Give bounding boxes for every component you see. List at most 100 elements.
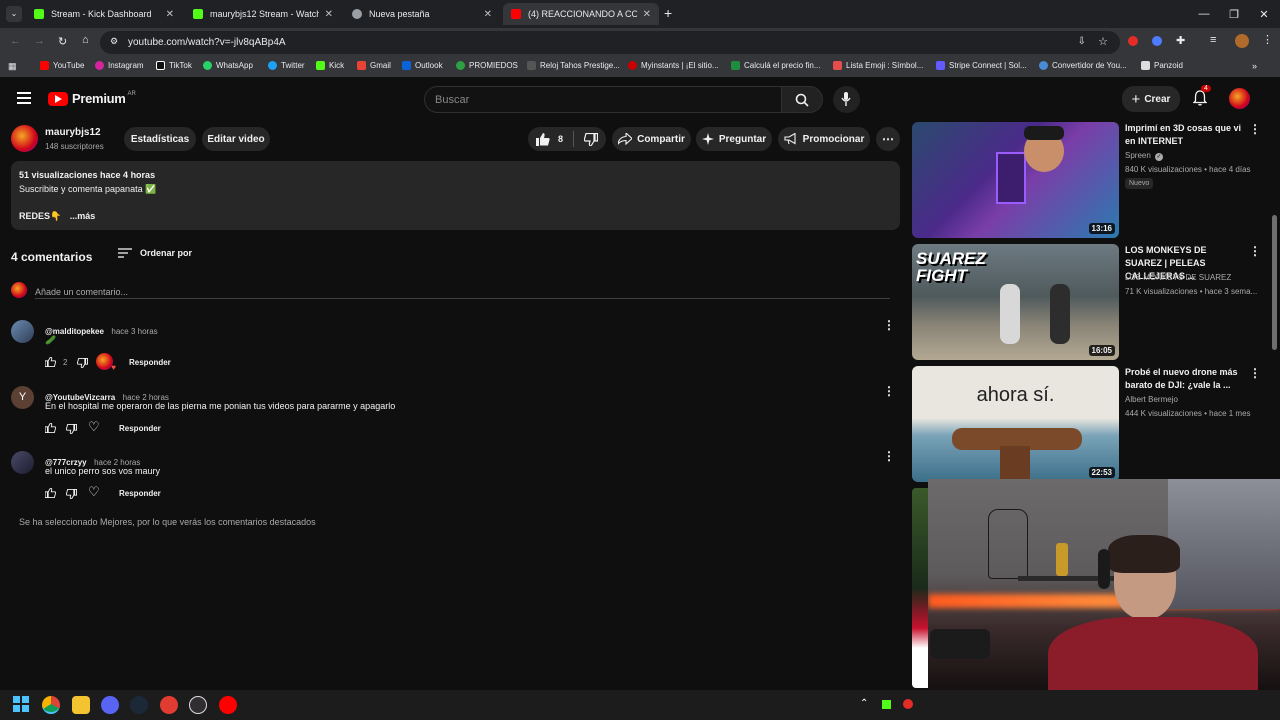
search-input[interactable]: Buscar [424,86,782,113]
comment-menu-icon[interactable]: ⋮ [883,449,895,463]
apps-grid-icon[interactable]: ▦ [8,61,17,72]
url-field[interactable]: ⚙ youtube.com/watch?v=-jlv8qABp4A ⇩ ☆ [100,31,1120,54]
channel-avatar[interactable] [11,125,38,152]
account-avatar[interactable] [1229,88,1250,109]
like-button[interactable]: 8 [528,132,563,146]
reload-icon[interactable]: ↻ [58,35,67,48]
comment-dislike-button[interactable] [66,424,77,434]
close-window-button[interactable]: ✕ [1248,0,1280,28]
close-icon[interactable]: ✕ [166,9,174,20]
puzzle-icon[interactable]: ✚ [1176,34,1185,47]
bookmark-stripe[interactable]: Stripe Connect | Sol... [936,61,1027,70]
dislike-button[interactable] [584,132,599,146]
video-menu-icon[interactable]: ⋮ [1249,244,1261,258]
comment-like-button[interactable] [45,423,56,433]
tray-record-icon[interactable] [903,699,913,709]
tab-search-icon[interactable]: ⌄ [6,6,22,22]
app-icon[interactable] [160,696,178,714]
reply-button[interactable]: Responder [119,424,161,433]
share-button[interactable]: Compartir [612,127,691,151]
bookmark-kick[interactable]: Kick [316,61,344,70]
comment-like-button[interactable]: 2 [45,357,67,367]
hamburger-menu-icon[interactable] [17,92,31,104]
bookmark-myinstants[interactable]: Myinstants | ¡El sitio... [628,61,719,70]
site-info-icon[interactable]: ⚙ [110,36,118,47]
chrome-icon[interactable] [42,696,60,714]
create-button[interactable]: + Crear [1122,86,1180,112]
youtube-logo[interactable]: Premium AR [48,91,136,106]
comment-menu-icon[interactable]: ⋮ [883,384,895,398]
stats-button[interactable]: Estadísticas [124,127,196,151]
notifications-button[interactable]: 4 [1193,85,1211,106]
bookmark-star-icon[interactable]: ☆ [1098,35,1108,48]
extension-icon[interactable] [1152,36,1162,46]
install-icon[interactable]: ⇩ [1078,36,1086,47]
heart-button[interactable]: ♡ [88,419,100,435]
commenter-avatar[interactable] [11,320,34,343]
bookmark-panzoid[interactable]: Panzoid [1141,61,1183,70]
bookmark-promiedos[interactable]: PROMIEDOS [456,61,518,70]
bookmark-emoji[interactable]: Lista Emoji : Símbol... [833,61,923,70]
commenter-avatar[interactable]: Y [11,386,34,409]
recommended-video[interactable]: 13:16 Imprimí en 3D cosas que vi en INTE… [912,122,1272,240]
file-explorer-icon[interactable] [72,696,90,714]
video-thumbnail[interactable]: ahora sí. 22:53 [912,366,1119,482]
video-thumbnail[interactable]: 13:16 [912,122,1119,238]
heart-button[interactable]: ♡ [88,484,100,500]
bookmark-calcula[interactable]: Calculá el precio fin... [731,61,820,70]
bookmark-twitter[interactable]: Twitter [268,61,305,70]
bookmark-gmail[interactable]: Gmail [357,61,391,70]
page-scrollbar[interactable] [1272,215,1277,350]
bookmark-instagram[interactable]: Instagram [95,61,144,70]
tab-new-tab[interactable]: Nueva pestaña ✕ [344,3,500,25]
close-icon[interactable]: ✕ [484,9,492,20]
reply-button[interactable]: Responder [129,358,171,367]
comment-menu-icon[interactable]: ⋮ [883,318,895,332]
close-icon[interactable]: ✕ [325,9,333,20]
menu-list-icon[interactable]: ≡ [1210,34,1216,46]
close-icon[interactable]: ✕ [643,9,651,20]
description-box[interactable]: 51 visualizaciones hace 4 horas Suscribi… [11,161,900,230]
forward-icon[interactable]: → [34,35,45,47]
windows-start-icon[interactable] [13,696,31,714]
new-tab-button[interactable]: + [664,5,672,21]
add-comment-input[interactable]: Añade un comentario... [35,282,890,299]
more-actions-button[interactable]: ⋯ [876,127,900,151]
commenter-avatar[interactable] [11,451,34,474]
bookmark-youtube[interactable]: YouTube [40,61,84,70]
recommended-thumbnail-partial[interactable] [912,488,928,688]
tab-kick-dashboard[interactable]: Stream - Kick Dashboard ✕ [26,3,182,25]
channel-name[interactable]: maurybjs12 [45,127,101,138]
restore-button[interactable]: ❐ [1218,0,1250,28]
kebab-menu-icon[interactable]: ⋮ [1262,33,1273,46]
tab-kick-stream[interactable]: maurybjs12 Stream - Watch Live ✕ [185,3,341,25]
show-more-link[interactable]: ...más [70,211,96,221]
extension-icon[interactable] [1128,36,1138,46]
comment-like-button[interactable] [45,488,56,498]
minimize-button[interactable]: — [1188,0,1220,28]
comment-dislike-button[interactable] [66,489,77,499]
video-channel[interactable]: LOS MONKEYS DE SUAREZ [1125,273,1231,282]
bookmark-outlook[interactable]: Outlook [402,61,443,70]
tray-chevron-icon[interactable]: ⌃ [860,698,868,709]
ask-button[interactable]: Preguntar [696,127,772,151]
bookmark-tiktok[interactable]: TikTok [156,61,192,70]
video-title[interactable]: Probé el nuevo drone más barato de DJI: … [1125,366,1245,392]
back-icon[interactable]: ← [10,35,21,47]
sort-button[interactable]: Ordenar por [118,248,192,258]
video-thumbnail[interactable]: SUAREZ FIGHT 16:05 [912,244,1119,360]
search-button[interactable] [781,86,823,113]
video-channel[interactable]: Albert Bermejo [1125,395,1178,404]
voice-search-button[interactable] [833,86,860,113]
video-title[interactable]: Imprimí en 3D cosas que vi en INTERNET [1125,122,1245,148]
more-bookmarks-icon[interactable]: » [1252,61,1257,71]
recommended-video[interactable]: ahora sí. 22:53 Probé el nuevo drone más… [912,366,1272,484]
edit-video-button[interactable]: Editar video [202,127,270,151]
promote-button[interactable]: Promocionar [778,127,870,151]
comment-dislike-button[interactable] [77,358,88,368]
bookmark-reloj[interactable]: Reloj Tahos Prestige... [527,61,620,70]
profile-avatar[interactable] [1235,34,1249,48]
obs-icon[interactable] [189,696,207,714]
bookmark-whatsapp[interactable]: WhatsApp [203,61,253,70]
bookmark-convertidor[interactable]: Convertidor de You... [1039,61,1127,70]
